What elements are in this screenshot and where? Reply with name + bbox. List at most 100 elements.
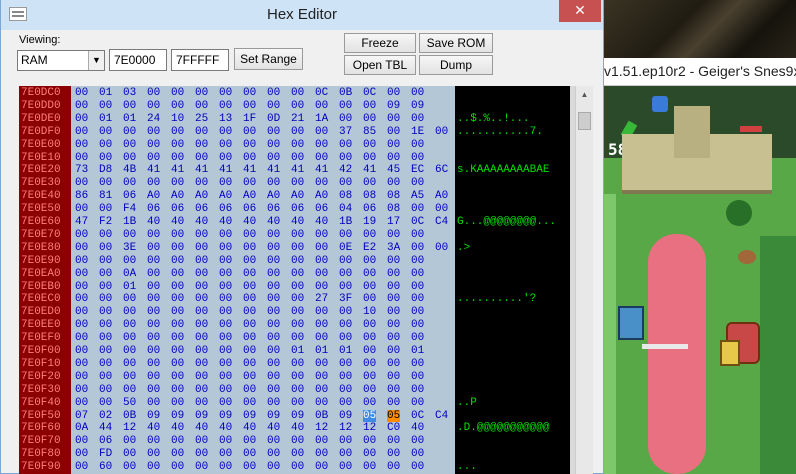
- hex-byte[interactable]: 40: [315, 216, 328, 228]
- hex-byte[interactable]: 00: [339, 100, 352, 112]
- hex-byte[interactable]: F4: [123, 203, 136, 215]
- hex-byte[interactable]: 00: [219, 358, 232, 370]
- hex-byte[interactable]: 00: [171, 100, 184, 112]
- hex-byte[interactable]: 00: [315, 384, 328, 396]
- hex-byte[interactable]: 08: [387, 203, 400, 215]
- hex-byte[interactable]: A0: [315, 190, 328, 202]
- viewing-select[interactable]: RAM ▼: [17, 50, 105, 71]
- hex-byte[interactable]: 00: [123, 319, 136, 331]
- hex-byte[interactable]: 00: [75, 435, 88, 447]
- hex-byte[interactable]: 00: [75, 255, 88, 267]
- hex-byte[interactable]: 40: [171, 422, 184, 434]
- hex-byte[interactable]: 00: [291, 242, 304, 254]
- hex-byte[interactable]: 00: [411, 332, 424, 344]
- hex-byte[interactable]: 41: [147, 164, 160, 176]
- hex-byte[interactable]: 00: [363, 384, 376, 396]
- hex-byte[interactable]: 00: [411, 306, 424, 318]
- hex-byte[interactable]: 0C: [411, 410, 424, 422]
- hex-byte[interactable]: 00: [339, 306, 352, 318]
- hex-byte[interactable]: 01: [339, 345, 352, 357]
- hex-byte[interactable]: 06: [267, 203, 280, 215]
- hex-byte[interactable]: 06: [243, 203, 256, 215]
- hex-byte[interactable]: 00: [411, 319, 424, 331]
- hex-byte[interactable]: 3E: [123, 242, 136, 254]
- scroll-up-icon[interactable]: ▲: [576, 86, 593, 103]
- hex-byte[interactable]: A0: [171, 190, 184, 202]
- hex-byte[interactable]: 00: [243, 281, 256, 293]
- hex-byte[interactable]: 00: [75, 113, 88, 125]
- hex-byte[interactable]: 00: [267, 461, 280, 473]
- hex-byte[interactable]: 00: [75, 397, 88, 409]
- hex-byte[interactable]: 00: [75, 268, 88, 280]
- hex-byte[interactable]: 00: [219, 345, 232, 357]
- hex-byte[interactable]: 00: [387, 293, 400, 305]
- hex-byte[interactable]: 00: [195, 177, 208, 189]
- hex-byte[interactable]: 00: [267, 306, 280, 318]
- hex-byte[interactable]: 00: [123, 371, 136, 383]
- hex-byte[interactable]: 00: [195, 242, 208, 254]
- hex-row[interactable]: 00 06 00 00 00 00 00 00 00 00 00 00 00 00 00: [71, 435, 455, 447]
- hex-byte[interactable]: 40: [171, 216, 184, 228]
- hex-byte[interactable]: 00: [267, 255, 280, 267]
- hex-byte[interactable]: 00: [195, 345, 208, 357]
- hex-byte[interactable]: 00: [147, 397, 160, 409]
- hex-byte[interactable]: 41: [363, 164, 376, 176]
- hex-byte[interactable]: 00: [75, 126, 88, 138]
- hex-byte[interactable]: 00: [267, 152, 280, 164]
- hex-byte[interactable]: 00: [387, 358, 400, 370]
- hex-row[interactable]: 00 00 00 00 00 00 00 00 00 00 00 00 00 00 00: [71, 384, 455, 396]
- hex-byte[interactable]: 00: [363, 435, 376, 447]
- hex-byte[interactable]: 00: [387, 229, 400, 241]
- hex-byte[interactable]: 00: [147, 139, 160, 151]
- hex-byte[interactable]: 00: [147, 448, 160, 460]
- hex-byte[interactable]: 00: [267, 268, 280, 280]
- hex-row[interactable]: 00 00 00 00 00 00 00 00 00 00 00 00 00 00 00: [71, 152, 455, 164]
- hex-byte[interactable]: 50: [123, 397, 136, 409]
- hex-byte[interactable]: 00: [291, 139, 304, 151]
- hex-byte[interactable]: 00: [99, 242, 112, 254]
- hex-byte[interactable]: 00: [171, 345, 184, 357]
- hex-row[interactable]: 00 00 00 00 00 00 00 00 00 00 00 00 00 00 00: [71, 139, 455, 151]
- hex-byte[interactable]: 00: [171, 319, 184, 331]
- hex-byte[interactable]: 40: [411, 422, 424, 434]
- hex-byte[interactable]: 00: [411, 139, 424, 151]
- hex-byte[interactable]: 00: [195, 384, 208, 396]
- hex-byte[interactable]: 00: [243, 345, 256, 357]
- hex-byte[interactable]: 00: [147, 306, 160, 318]
- hex-byte[interactable]: 00: [195, 293, 208, 305]
- hex-byte[interactable]: 85: [363, 126, 376, 138]
- hex-byte[interactable]: 00: [243, 152, 256, 164]
- hex-byte[interactable]: 00: [219, 100, 232, 112]
- save-rom-button[interactable]: Save ROM: [419, 33, 493, 53]
- hex-byte[interactable]: 00: [99, 397, 112, 409]
- hex-byte[interactable]: 41: [291, 164, 304, 176]
- hex-byte[interactable]: 00: [315, 139, 328, 151]
- hex-byte[interactable]: 00: [171, 397, 184, 409]
- hex-byte[interactable]: 00: [123, 100, 136, 112]
- hex-byte[interactable]: 00: [339, 319, 352, 331]
- hex-byte[interactable]: 00: [387, 397, 400, 409]
- hex-byte[interactable]: 3F: [339, 293, 352, 305]
- hex-byte[interactable]: 40: [267, 422, 280, 434]
- hex-byte[interactable]: 00: [243, 371, 256, 383]
- hex-byte[interactable]: 12: [363, 422, 376, 434]
- hex-byte[interactable]: 00: [147, 293, 160, 305]
- hex-byte[interactable]: 00: [411, 152, 424, 164]
- hex-byte[interactable]: 00: [171, 126, 184, 138]
- hex-byte[interactable]: 00: [75, 345, 88, 357]
- hex-byte[interactable]: 00: [363, 100, 376, 112]
- hex-byte[interactable]: 00: [363, 358, 376, 370]
- hex-byte[interactable]: 00: [147, 332, 160, 344]
- hex-byte[interactable]: 00: [291, 87, 304, 99]
- hex-byte[interactable]: 00: [291, 268, 304, 280]
- hex-byte[interactable]: 00: [291, 358, 304, 370]
- hex-byte[interactable]: 00: [267, 448, 280, 460]
- hex-byte[interactable]: 00: [339, 448, 352, 460]
- hex-byte[interactable]: 00: [411, 177, 424, 189]
- hex-byte[interactable]: 00: [75, 100, 88, 112]
- hex-byte[interactable]: 10: [171, 113, 184, 125]
- hex-byte[interactable]: 00: [315, 319, 328, 331]
- hex-byte[interactable]: 00: [147, 345, 160, 357]
- hex-byte[interactable]: 00: [147, 268, 160, 280]
- hex-byte[interactable]: 00: [195, 139, 208, 151]
